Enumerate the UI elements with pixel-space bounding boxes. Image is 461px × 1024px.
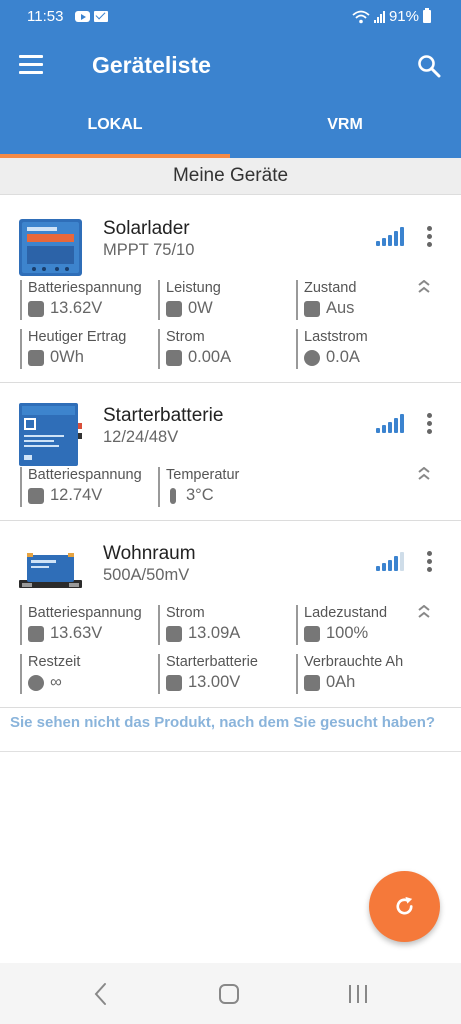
back-icon[interactable] xyxy=(86,981,116,1007)
recent-apps-icon[interactable] xyxy=(343,981,373,1007)
battery-percent: 91% xyxy=(388,8,419,25)
device-model: MPPT 75/10 xyxy=(103,241,195,259)
device-model: 500A/50mV xyxy=(103,566,190,584)
app-bar: Geräteliste LOKAL VRM xyxy=(0,30,461,158)
yield-icon xyxy=(28,349,44,366)
starter-icon xyxy=(166,674,182,691)
load-icon xyxy=(304,349,320,366)
device-name: Starterbatterie xyxy=(103,405,224,426)
battery-monitor-device-image xyxy=(19,553,82,588)
device-card-solarlader[interactable]: Solarlader MPPT 75/10 Batteriespannung 1… xyxy=(0,196,461,383)
field-state-of-charge: Ladezustand 100% xyxy=(296,605,387,645)
wifi-icon xyxy=(352,10,370,23)
battery-sense-device-image xyxy=(19,403,82,466)
signal-bar xyxy=(376,566,380,571)
signal-bar xyxy=(400,552,404,571)
device-name: Wohnraum xyxy=(103,543,196,564)
field-current: Strom 0.00A xyxy=(158,329,231,369)
signal-bar xyxy=(382,238,386,246)
power-icon xyxy=(166,300,182,317)
field-yield-today: Heutiger Ertrag 0Wh xyxy=(20,329,126,369)
field-load-current: Laststrom 0.0A xyxy=(296,329,368,369)
tab-lokal[interactable]: LOKAL xyxy=(0,116,230,134)
menu-icon[interactable] xyxy=(19,55,43,75)
field-power: Leistung 0W xyxy=(158,280,221,320)
expand-icon[interactable] xyxy=(416,467,432,493)
signal-strength-icon xyxy=(376,227,404,246)
device-model: 12/24/48V xyxy=(103,428,179,446)
field-temperature: Temperatur 3°C xyxy=(158,467,239,507)
mail-notification-icon xyxy=(94,11,108,22)
battery-status-icon xyxy=(423,8,431,23)
battery-icon xyxy=(28,487,44,504)
signal-strength-icon xyxy=(376,552,404,571)
signal-bar xyxy=(388,235,392,246)
signal-bar xyxy=(400,414,404,433)
field-starter-battery: Starterbatterie 13.00V xyxy=(158,654,258,694)
field-current: Strom 13.09A xyxy=(158,605,240,645)
refresh-icon xyxy=(396,896,413,915)
signal-bar xyxy=(394,556,398,571)
clock-icon xyxy=(28,674,44,691)
field-battery-voltage: Batteriespannung 13.62V xyxy=(20,280,142,320)
signal-bar xyxy=(388,560,392,571)
status-time: 11:53 xyxy=(27,8,64,25)
field-battery-voltage: Batteriespannung 12.74V xyxy=(20,467,142,507)
signal-bar xyxy=(382,563,386,571)
section-header: Meine Geräte xyxy=(0,158,461,195)
signal-bar xyxy=(400,227,404,246)
field-battery-voltage: Batteriespannung 13.63V xyxy=(20,605,142,645)
signal-strength-icon xyxy=(376,414,404,433)
signal-bar xyxy=(394,231,398,246)
consumed-icon xyxy=(304,674,320,691)
field-consumed-ah: Verbrauchte Ah 0Ah xyxy=(296,654,403,694)
soc-icon xyxy=(304,625,320,642)
mppt-device-image xyxy=(19,219,82,276)
field-state: Zustand Aus xyxy=(296,280,356,320)
more-options-icon[interactable] xyxy=(424,226,434,250)
search-icon[interactable] xyxy=(417,54,441,78)
signal-bar xyxy=(382,425,386,433)
youtube-notification-icon xyxy=(75,11,90,22)
signal-bar xyxy=(388,422,392,433)
page-title: Geräteliste xyxy=(92,52,211,78)
signal-bar xyxy=(376,428,380,433)
more-options-icon[interactable] xyxy=(424,551,434,575)
cell-signal-icon xyxy=(373,10,385,23)
state-icon xyxy=(304,300,320,317)
current-icon xyxy=(166,625,182,642)
home-icon[interactable] xyxy=(214,981,244,1007)
signal-bar xyxy=(376,241,380,246)
device-card-starterbatterie[interactable]: Starterbatterie 12/24/48V Batteriespannu… xyxy=(0,383,461,521)
product-not-found-link[interactable]: Sie sehen nicht das Produkt, nach dem Si… xyxy=(0,708,461,752)
refresh-button[interactable] xyxy=(369,871,440,942)
current-icon xyxy=(166,349,182,366)
more-options-icon[interactable] xyxy=(424,413,434,437)
status-bar: 11:53 91% xyxy=(0,0,461,30)
expand-icon[interactable] xyxy=(416,605,432,631)
expand-icon[interactable] xyxy=(416,280,432,306)
field-time-remaining: Restzeit ∞ xyxy=(20,654,80,694)
battery-icon xyxy=(28,300,44,317)
system-nav-bar xyxy=(0,963,461,1024)
device-name: Solarlader xyxy=(103,218,190,239)
device-card-wohnraum[interactable]: Wohnraum 500A/50mV Batteriespannung 13.6… xyxy=(0,521,461,708)
thermometer-icon xyxy=(170,487,176,504)
tab-vrm[interactable]: VRM xyxy=(230,116,460,134)
signal-bar xyxy=(394,418,398,433)
battery-icon xyxy=(28,625,44,642)
